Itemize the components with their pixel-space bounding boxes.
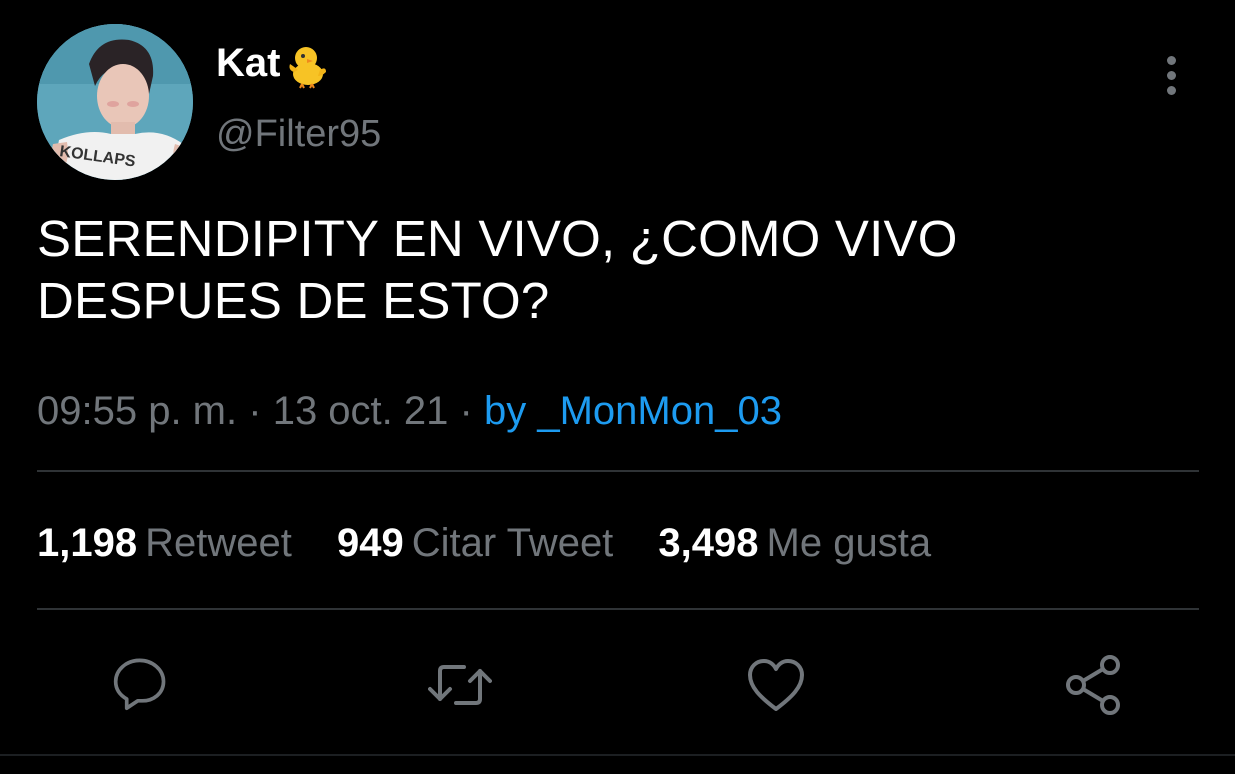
reply-button[interactable] — [110, 655, 170, 715]
tweet-meta: 09:55 p. m. · 13 oct. 21 · by _MonMon_03 — [37, 386, 782, 436]
retweet-button[interactable] — [428, 655, 492, 715]
tweet-stats: 1,198 Retweet 949 Citar Tweet 3,498 Me gust… — [37, 518, 965, 568]
meta-separator: · — [459, 389, 473, 433]
display-name-text: Kat — [216, 41, 281, 85]
like-count[interactable]: 3,498 Me gusta — [658, 518, 931, 568]
retweet-icon — [428, 665, 492, 705]
retweet-count[interactable]: 1,198 Retweet — [37, 518, 292, 568]
tweet-source-link[interactable]: by _MonMon_03 — [484, 389, 782, 433]
quote-count[interactable]: 949 Citar Tweet — [337, 518, 613, 568]
like-button[interactable] — [746, 655, 806, 715]
bottom-divider — [0, 754, 1235, 756]
avatar[interactable]: KOLLAPS — [37, 24, 193, 180]
divider — [37, 470, 1199, 472]
more-options-button[interactable] — [1155, 52, 1189, 98]
more-dot-icon — [1167, 71, 1176, 80]
tweet-text: SERENDIPITY EN VIVO, ¿COMO VIVO DESPUES … — [37, 210, 958, 329]
chick-icon — [289, 47, 327, 89]
author-handle[interactable]: @Filter95 — [216, 112, 381, 156]
more-dot-icon — [1167, 56, 1176, 65]
divider — [37, 608, 1199, 610]
avatar-image: KOLLAPS — [37, 24, 193, 180]
share-button[interactable] — [1064, 655, 1124, 715]
reply-icon — [113, 658, 166, 711]
tweet-time[interactable]: 09:55 p. m. — [37, 389, 237, 433]
author-display-name[interactable]: Kat — [216, 40, 332, 90]
tweet-date[interactable]: 13 oct. 21 — [273, 389, 449, 433]
meta-separator: · — [248, 389, 262, 433]
share-icon — [1066, 655, 1120, 715]
like-icon — [748, 659, 804, 711]
more-dot-icon — [1167, 86, 1176, 95]
